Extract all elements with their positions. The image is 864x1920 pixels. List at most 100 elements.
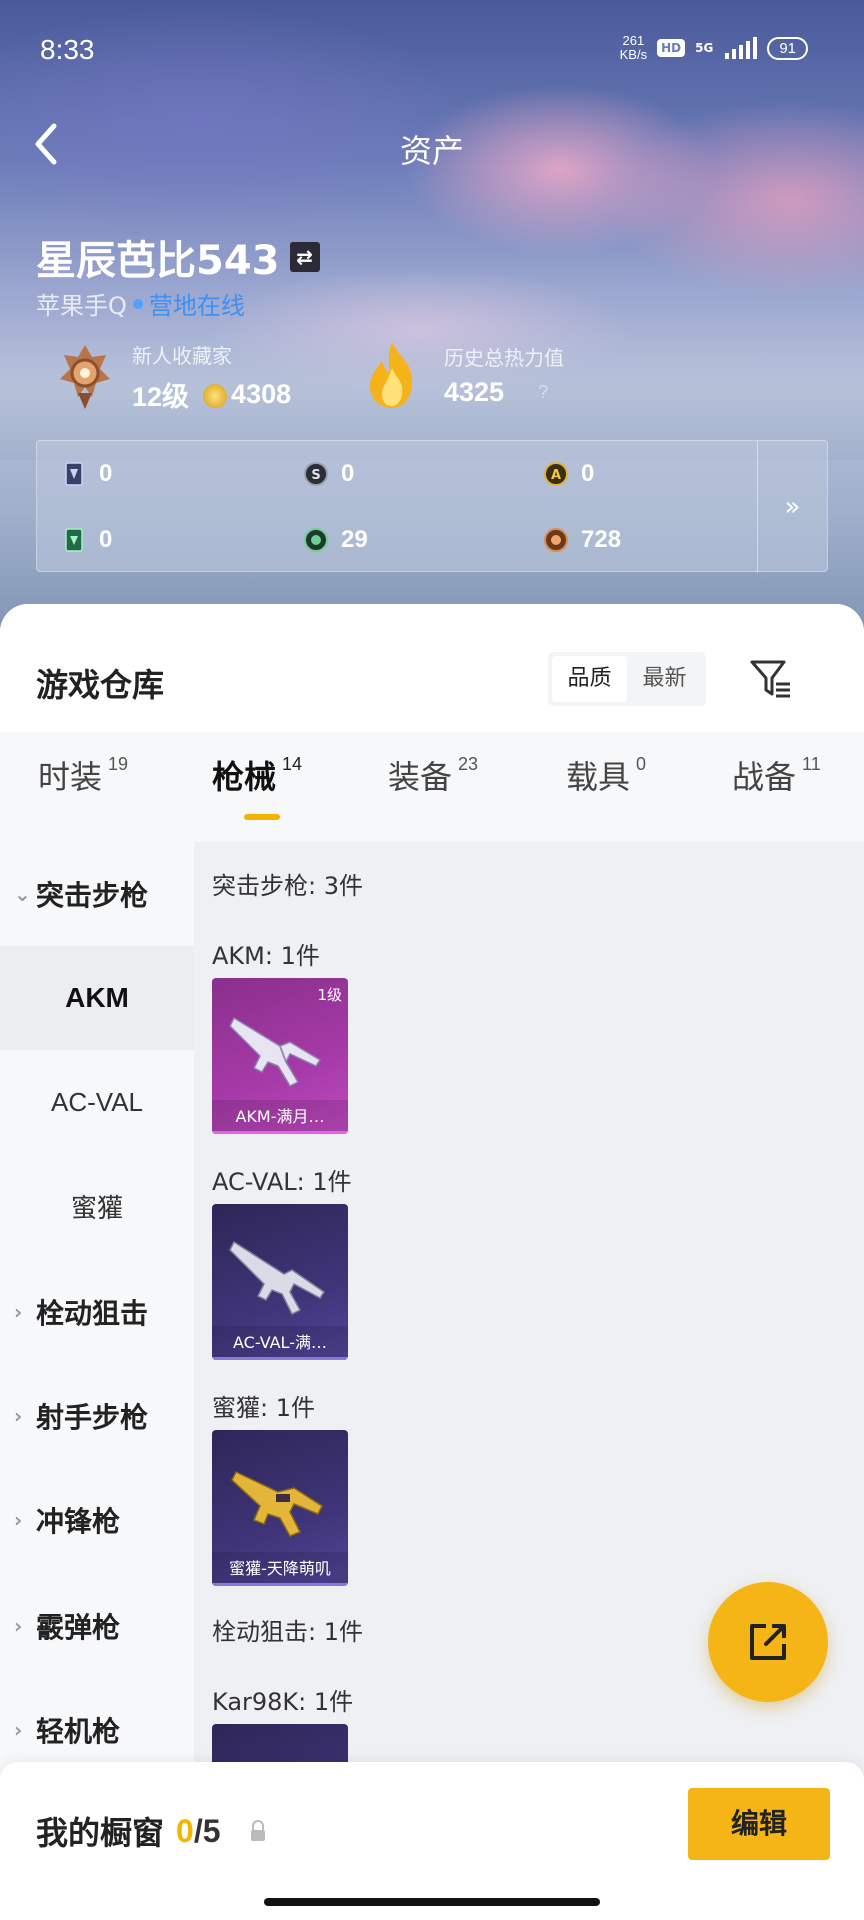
weapon-card[interactable]: AC-VAL-满… (212, 1204, 348, 1360)
help-icon[interactable]: ? (538, 382, 548, 403)
signal-icon (725, 37, 758, 59)
green-card-icon (65, 528, 83, 552)
currency-item[interactable]: 728 (519, 507, 759, 573)
currency-item[interactable]: S 0 (279, 441, 519, 507)
tab-label: 战备 (732, 758, 797, 796)
weapon-card[interactable]: 蜜獾-天降萌叽 (212, 1430, 348, 1586)
sort-newest-option[interactable]: 最新 (627, 656, 702, 702)
currency-item[interactable]: A 0 (519, 441, 759, 507)
tab-outfits[interactable]: 时装 19 (38, 752, 128, 798)
item-name: AC-VAL-满… (212, 1326, 348, 1360)
side-item-honey-badger[interactable]: 蜜獾 (0, 1154, 194, 1258)
rarity-bar (212, 1583, 348, 1586)
bronze-coin-icon (544, 528, 568, 552)
filter-icon[interactable] (746, 654, 794, 702)
card-icon (65, 462, 83, 486)
a-coin-icon: A (544, 462, 568, 486)
side-item-shotgun[interactable]: › 霰弹枪 (0, 1574, 194, 1678)
subsection-header: 蜜獾: 1件 (212, 1394, 315, 1422)
item-name: AKM-满月… (212, 1100, 348, 1134)
player-name: 星辰芭比543 (36, 238, 280, 284)
tab-count: 14 (282, 754, 303, 774)
section-header: 栓动狙击: 1件 (212, 1618, 363, 1646)
green-gem-icon (304, 528, 328, 552)
svg-text:S: S (311, 468, 320, 483)
s-coin-icon: S (304, 462, 328, 486)
showcase-total: /5 (193, 1812, 221, 1849)
chevron-right-icon: › (14, 1508, 23, 1532)
edit-button[interactable]: 编辑 (688, 1788, 830, 1860)
tab-count: 19 (108, 754, 129, 774)
warehouse-header: 游戏仓库 品质 最新 (0, 604, 864, 732)
side-item-smg[interactable]: › 冲锋枪 (0, 1468, 194, 1572)
heat-value: 4325 (444, 377, 505, 407)
status-icons: 261 KB/s HD 5G 91 (620, 34, 808, 62)
currency-more-button[interactable]: » (757, 441, 827, 573)
currency-value: 0 (341, 460, 355, 487)
side-item-label: 突击步枪 (36, 879, 149, 912)
rarity-bar (212, 1131, 348, 1134)
side-item-label: 霰弹枪 (36, 1611, 121, 1644)
tab-vehicles[interactable]: 载具 0 (566, 752, 646, 798)
side-item-akm[interactable]: AKM (0, 946, 194, 1050)
rifle-icon (231, 1471, 323, 1537)
side-item-label: 蜜獾 (70, 1193, 123, 1224)
net-speed: 261 KB/s (620, 34, 647, 62)
collector-stat[interactable]: 新人收藏家 12级 4308 (56, 340, 291, 414)
chevron-right-icon: › (14, 1614, 23, 1638)
chevron-right-icon: › (14, 1718, 23, 1742)
flame-icon (370, 342, 413, 408)
medal-icon (60, 345, 110, 409)
share-button[interactable] (708, 1582, 828, 1702)
side-item-bolt-sniper[interactable]: › 栓动狙击 (0, 1260, 194, 1364)
sort-quality-option[interactable]: 品质 (552, 656, 627, 702)
tab-gear[interactable]: 战备 11 (732, 752, 821, 798)
tab-label: 时装 (38, 758, 103, 796)
player-name-row: 星辰芭比543 ⇄ (36, 228, 320, 286)
net-speed-unit: KB/s (619, 47, 648, 62)
chevron-down-icon: ⌄ (14, 882, 31, 906)
side-item-label: 射手步枪 (36, 1401, 149, 1434)
side-item-assault-rifle[interactable]: ⌄ 突击步枪 (0, 842, 194, 946)
tab-weapons[interactable]: 枪械 14 (212, 752, 302, 798)
status-time: 8:33 (40, 34, 95, 65)
chevron-right-icon: › (14, 1300, 23, 1324)
subsection-header: Kar98K: 1件 (212, 1688, 354, 1716)
showcase-bar: 我的橱窗 0/5 编辑 (0, 1762, 864, 1920)
tab-label: 装备 (388, 758, 453, 796)
currency-item[interactable]: 29 (279, 507, 519, 573)
side-item-ac-val[interactable]: AC-VAL (0, 1050, 194, 1154)
tab-label: 枪械 (212, 758, 277, 796)
heat-label: 历史总热力值 (444, 346, 564, 370)
currency-item[interactable]: 0 (37, 507, 279, 573)
player-platform: 苹果手Q (36, 292, 127, 320)
subsection-header: AC-VAL: 1件 (212, 1168, 352, 1196)
network-type: 5G (695, 41, 714, 55)
weapon-list: 突击步枪: 3件 AKM: 1件 1级 AKM-满月… AC-VAL: 1件 A… (194, 842, 864, 1920)
warehouse-sheet: 游戏仓库 品质 最新 时装19 枪械14 装备23 载具0 战备11 (0, 604, 864, 1920)
weapon-card[interactable]: 1级 AKM-满月… (212, 978, 348, 1134)
side-item-label: 冲锋枪 (36, 1505, 121, 1538)
side-item-label: AC-VAL (51, 1086, 143, 1117)
collector-title: 新人收藏家 (132, 344, 232, 368)
showcase-count: 0/5 (176, 1813, 220, 1850)
coin-count: 4308 (203, 379, 291, 410)
switch-account-icon[interactable]: ⇄ (289, 242, 320, 272)
currency-value: 29 (341, 526, 368, 553)
category-tabs: 时装 19 枪械 14 装备 23 载具 0 战备 11 (0, 732, 864, 842)
tab-equipment[interactable]: 装备 23 (388, 752, 478, 798)
rarity-bar (212, 1357, 348, 1360)
battery-icon: 91 (767, 36, 808, 60)
active-tab-indicator (244, 814, 280, 820)
currency-value: 728 (581, 526, 622, 553)
currency-panel: 0 S 0 A 0 0 29 728 » (36, 440, 828, 573)
side-item-marksman-rifle[interactable]: › 射手步枪 (0, 1364, 194, 1468)
online-status: 营地在线 (148, 292, 245, 320)
item-name: 蜜獾-天降萌叽 (212, 1552, 348, 1586)
svg-text:A: A (551, 468, 561, 483)
currency-item[interactable]: 0 (37, 441, 279, 507)
section-header: 突击步枪: 3件 (212, 872, 363, 900)
collector-level: 12级 (132, 382, 190, 412)
lock-icon (250, 1820, 265, 1841)
coin-icon (203, 383, 228, 408)
